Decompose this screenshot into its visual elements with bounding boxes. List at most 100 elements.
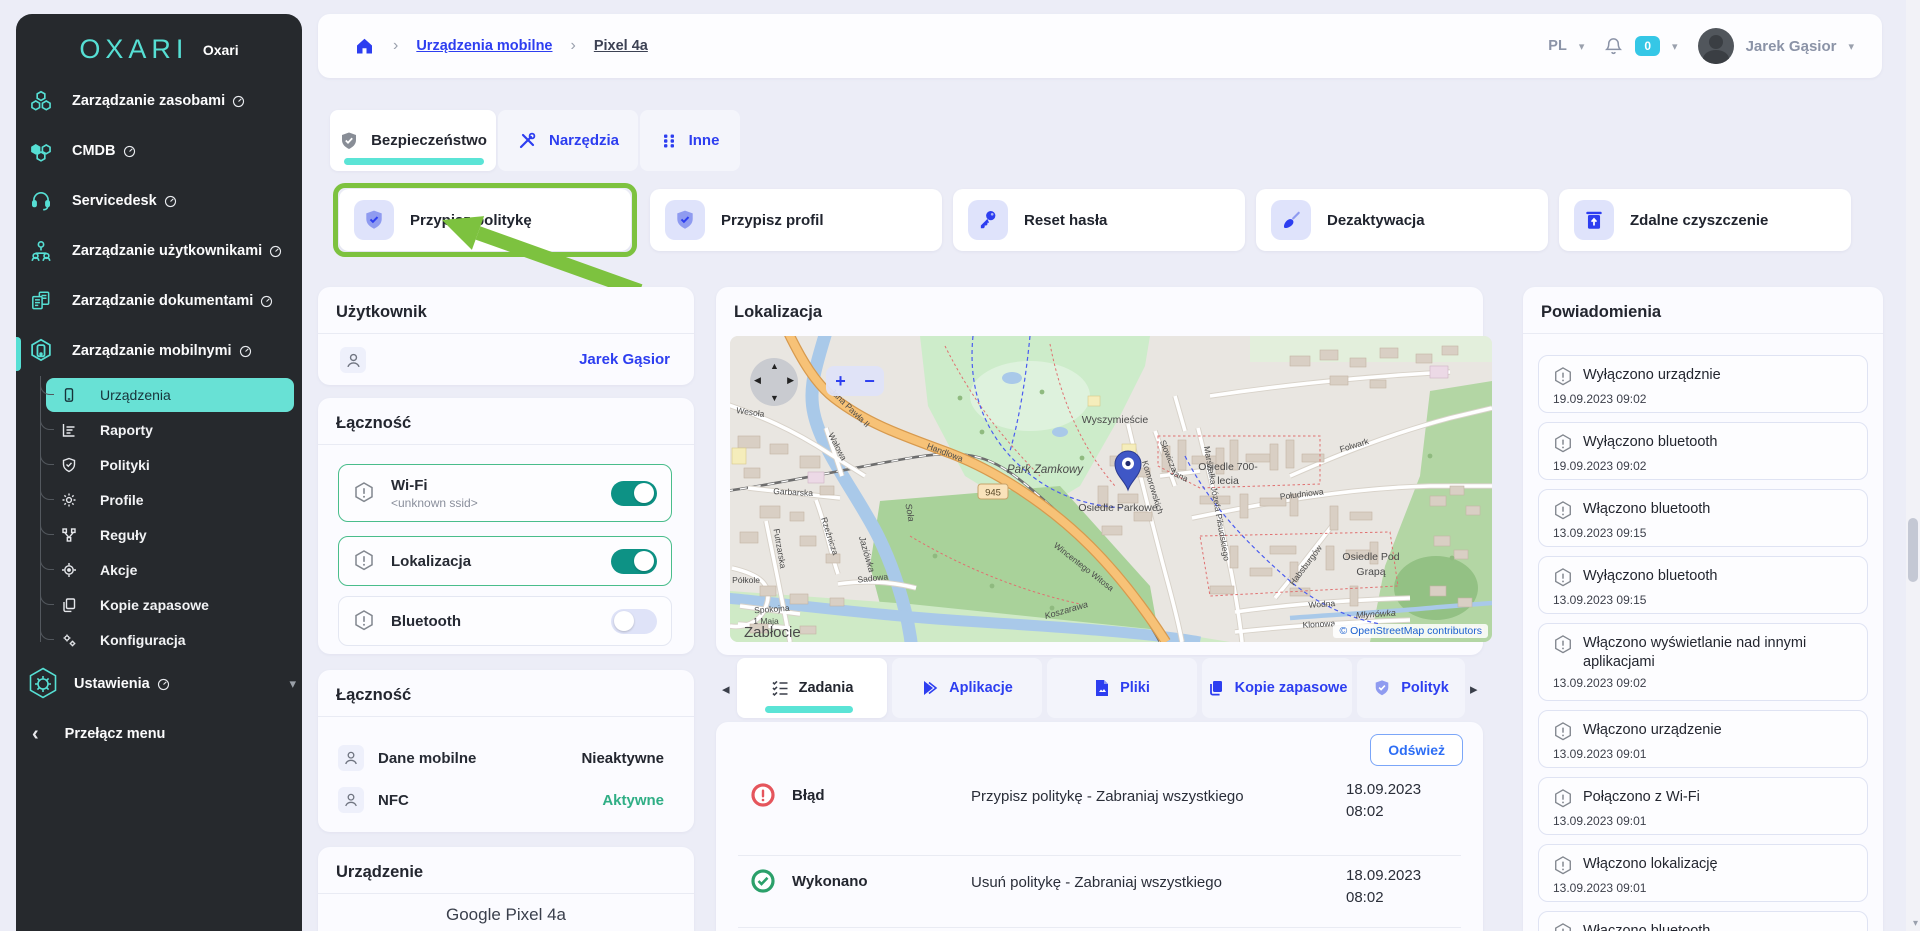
- key-icon: [968, 200, 1008, 240]
- shield-check-icon: [665, 200, 705, 240]
- task-row[interactable]: Błąd Przypisz politykę - Zabraniaj wszys…: [738, 774, 1461, 844]
- home-icon[interactable]: [354, 36, 375, 56]
- chevron-down-icon[interactable]: ▾: [1579, 40, 1585, 53]
- breadcrumb-link-urzadzenia-mobilne[interactable]: Urządzenia mobilne: [416, 38, 552, 54]
- pan-down-icon[interactable]: ▼: [770, 393, 779, 403]
- task-row[interactable]: Wykonano Usuń politykę - Zabraniaj wszys…: [738, 860, 1461, 930]
- notification-item[interactable]: Włączono urządzenie 13.09.2023 09:01: [1538, 710, 1868, 768]
- tabs-scroll-right-icon[interactable]: ▸: [1470, 680, 1478, 698]
- sidebar-item-servicedesk[interactable]: Servicedesk: [16, 181, 302, 221]
- tab-label: Bezpieczeństwo: [371, 132, 487, 149]
- map-label: Osiedle 700-: [1198, 461, 1258, 473]
- user-menu[interactable]: Jarek Gąsior: [1746, 38, 1837, 55]
- map-attribution[interactable]: © OpenStreetMap contributors: [1333, 624, 1488, 638]
- breadcrumb-current-pixel-4a[interactable]: Pixel 4a: [594, 38, 648, 54]
- map[interactable]: 945 Jana Pawła II Handlowa Wincentego Wito…: [730, 336, 1492, 642]
- tab-polityki[interactable]: Polityk: [1357, 658, 1465, 718]
- sidebar-item-profile[interactable]: Profile: [40, 481, 294, 517]
- sidebar-item-akcje[interactable]: Akcje: [40, 551, 294, 587]
- hexagon-alert-icon: [1553, 500, 1573, 522]
- tab-pliki[interactable]: Pliki: [1047, 658, 1197, 718]
- nfc-row: NFC Aktywne: [338, 786, 672, 814]
- notification-item[interactable]: Włączono bluetooth 13.09.2023 09:15: [1538, 489, 1868, 547]
- sidebar-item-konfiguracja[interactable]: Konfiguracja: [40, 621, 294, 657]
- sidebar-item-polityki[interactable]: Polityki: [40, 446, 294, 482]
- notification-item[interactable]: Włączono wyświetlanie nad innymi aplikac…: [1538, 623, 1868, 701]
- collapse-icon: ‹: [32, 722, 39, 745]
- hexagon-alert-icon: [351, 548, 377, 574]
- sidebar-item-zarzadzanie-uzytkownikami[interactable]: Zarządzanie użytkownikami: [16, 231, 302, 271]
- chevron-down-icon[interactable]: ▾: [1848, 40, 1854, 53]
- user-link[interactable]: Jarek Gąsior: [579, 351, 670, 368]
- sidebar-item-urzadzenia[interactable]: Urządzenia: [40, 376, 294, 412]
- zoom-in-button[interactable]: +: [835, 372, 846, 390]
- toggle-label: Wi-Fi: [391, 476, 428, 494]
- panel-title: Urządzenie: [336, 863, 424, 881]
- sidebar-item-label: Servicedesk: [72, 193, 157, 209]
- sidebar-item-zarzadzanie-zasobami[interactable]: Zarządzanie zasobami: [16, 81, 302, 121]
- notification-item[interactable]: Wyłączono bluetooth 19.09.2023 09:02: [1538, 422, 1868, 480]
- action-przypisz-polityke[interactable]: Przypisz politykę: [339, 189, 631, 251]
- map-label: Półkole: [732, 575, 760, 585]
- tab-kopie-zapasowe[interactable]: Kopie zapasowe: [1202, 658, 1352, 718]
- notification-count-badge[interactable]: 0: [1635, 36, 1661, 56]
- tabs-scroll-left-icon[interactable]: ◂: [722, 680, 730, 698]
- tab-bezpieczenstwo[interactable]: Bezpieczeństwo: [330, 110, 496, 171]
- hexagon-alert-icon: [1553, 433, 1573, 455]
- broom-icon: [1271, 200, 1311, 240]
- tab-zadania[interactable]: Zadania: [737, 658, 887, 718]
- notification-item[interactable]: Połączono z Wi-Fi 13.09.2023 09:01: [1538, 777, 1868, 835]
- notification-item[interactable]: Włączono lokalizację 13.09.2023 09:01: [1538, 844, 1868, 902]
- chevron-down-icon[interactable]: ▾: [1672, 40, 1678, 53]
- location-toggle[interactable]: [611, 548, 657, 574]
- sidebar-item-zarzadzanie-mobilnymi[interactable]: Zarządzanie mobilnymi: [16, 331, 302, 371]
- tab-inne[interactable]: Inne: [640, 110, 740, 171]
- hexagon-alert-icon: [1553, 721, 1573, 743]
- map-pan-control[interactable]: ▲ ▼ ◀ ▶: [750, 358, 798, 406]
- sidebar-item-kopie-zapasowe[interactable]: Kopie zapasowe: [40, 586, 294, 622]
- action-reset-hasla[interactable]: Reset hasła: [953, 189, 1245, 251]
- scrollbar-thumb[interactable]: [1908, 518, 1918, 582]
- sidebar-item-label: Akcje: [100, 562, 138, 578]
- action-label: Przypisz profil: [721, 211, 824, 229]
- notification-item[interactable]: Wyłączono bluetooth 13.09.2023 09:15: [1538, 556, 1868, 614]
- bell-icon[interactable]: [1604, 36, 1623, 56]
- sidebar-item-raporty[interactable]: Raporty: [40, 411, 294, 447]
- sidebar-item-ustawienia[interactable]: Ustawienia ▾: [16, 662, 302, 706]
- zoom-out-button[interactable]: −: [864, 372, 875, 390]
- breadcrumb-separator: ›: [570, 37, 576, 54]
- pan-up-icon[interactable]: ▲: [770, 361, 779, 371]
- tab-narzedzia[interactable]: Narzędzia: [498, 110, 638, 171]
- toggle-label: Bluetooth: [391, 612, 461, 630]
- refresh-button[interactable]: Odśwież: [1370, 734, 1463, 766]
- notification-item[interactable]: Wyłączono urządznie 19.09.2023 09:02: [1538, 355, 1868, 413]
- scroll-down-icon[interactable]: ▾: [1913, 918, 1918, 929]
- sidebar-item-przelacz-menu[interactable]: ‹ Przełącz menu: [16, 712, 302, 756]
- task-date: 18.09.2023 08:02: [1346, 781, 1422, 820]
- hexagon-alert-icon: [1553, 366, 1573, 388]
- shield-check-icon: [339, 131, 359, 151]
- hexagon-alert-icon: [1553, 567, 1573, 589]
- action-przypisz-profil[interactable]: Przypisz profil: [650, 189, 942, 251]
- notification-title: Włączono urządzenie: [1583, 722, 1722, 738]
- oxari-logo: OXARI: [79, 34, 189, 64]
- action-zdalne-czyszczenie[interactable]: Zdalne czyszczenie: [1559, 189, 1851, 251]
- wifi-toggle[interactable]: [611, 480, 657, 506]
- pan-left-icon[interactable]: ◀: [754, 375, 761, 386]
- avatar[interactable]: [1697, 28, 1734, 64]
- notification-title: Włączono bluetooth: [1583, 923, 1711, 931]
- notification-time: 13.09.2023 09:01: [1553, 881, 1647, 895]
- scrollbar[interactable]: ▾: [1906, 0, 1920, 931]
- notification-item[interactable]: Włączono bluetooth: [1538, 911, 1868, 931]
- gauge-icon: [157, 678, 170, 691]
- sidebar-item-cmdb[interactable]: CMDB: [16, 131, 302, 171]
- pan-right-icon[interactable]: ▶: [787, 375, 794, 386]
- notification-time: 19.09.2023 09:02: [1553, 392, 1647, 406]
- tab-label: Kopie zapasowe: [1234, 680, 1348, 696]
- language-selector[interactable]: PL: [1548, 38, 1567, 54]
- tab-aplikacje[interactable]: Aplikacje: [892, 658, 1042, 718]
- sidebar-item-zarzadzanie-dokumentami[interactable]: Zarządzanie dokumentami: [16, 281, 302, 321]
- sidebar-item-reguly[interactable]: Reguły: [40, 516, 294, 552]
- bluetooth-toggle[interactable]: [611, 608, 657, 634]
- action-dezaktywacja[interactable]: Dezaktywacja: [1256, 189, 1548, 251]
